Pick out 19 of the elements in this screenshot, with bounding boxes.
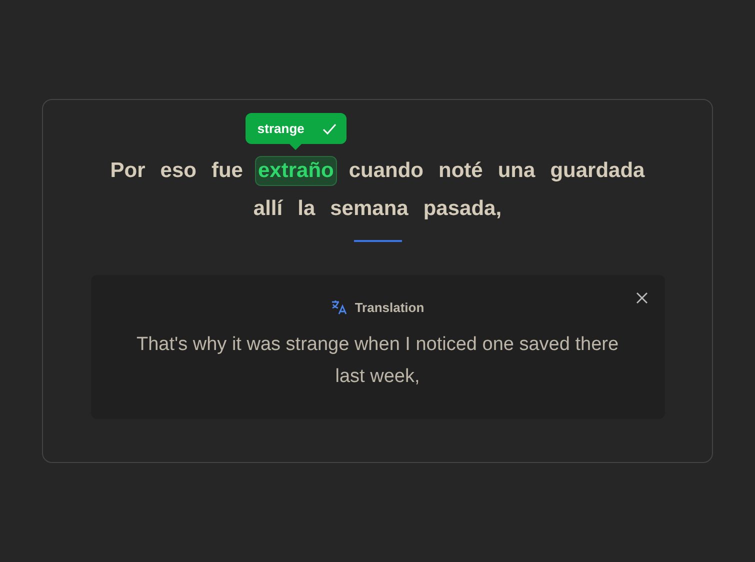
close-button[interactable] [634, 291, 648, 305]
highlighted-word[interactable]: extraño [254, 156, 337, 186]
word-text: allí [252, 196, 284, 222]
translation-text: That's why it was strange when I noticed one saved there last week, [135, 333, 620, 389]
word-text: semana [329, 196, 410, 222]
word-text: pasada, [422, 196, 503, 222]
translate-icon [330, 299, 347, 315]
word-text: una [496, 158, 536, 184]
tooltip-text: strange [257, 121, 304, 136]
word-text: fue [210, 158, 244, 184]
word-text: cuando [348, 158, 425, 184]
check-icon [322, 122, 336, 134]
word-text: guardada [549, 158, 646, 184]
word-text: la [296, 196, 316, 222]
word-text: Por [109, 158, 146, 184]
translation-title: Translation [354, 300, 424, 314]
word-text: eso [159, 158, 198, 184]
word-text: noté [438, 158, 484, 184]
accent-underline [354, 240, 402, 242]
